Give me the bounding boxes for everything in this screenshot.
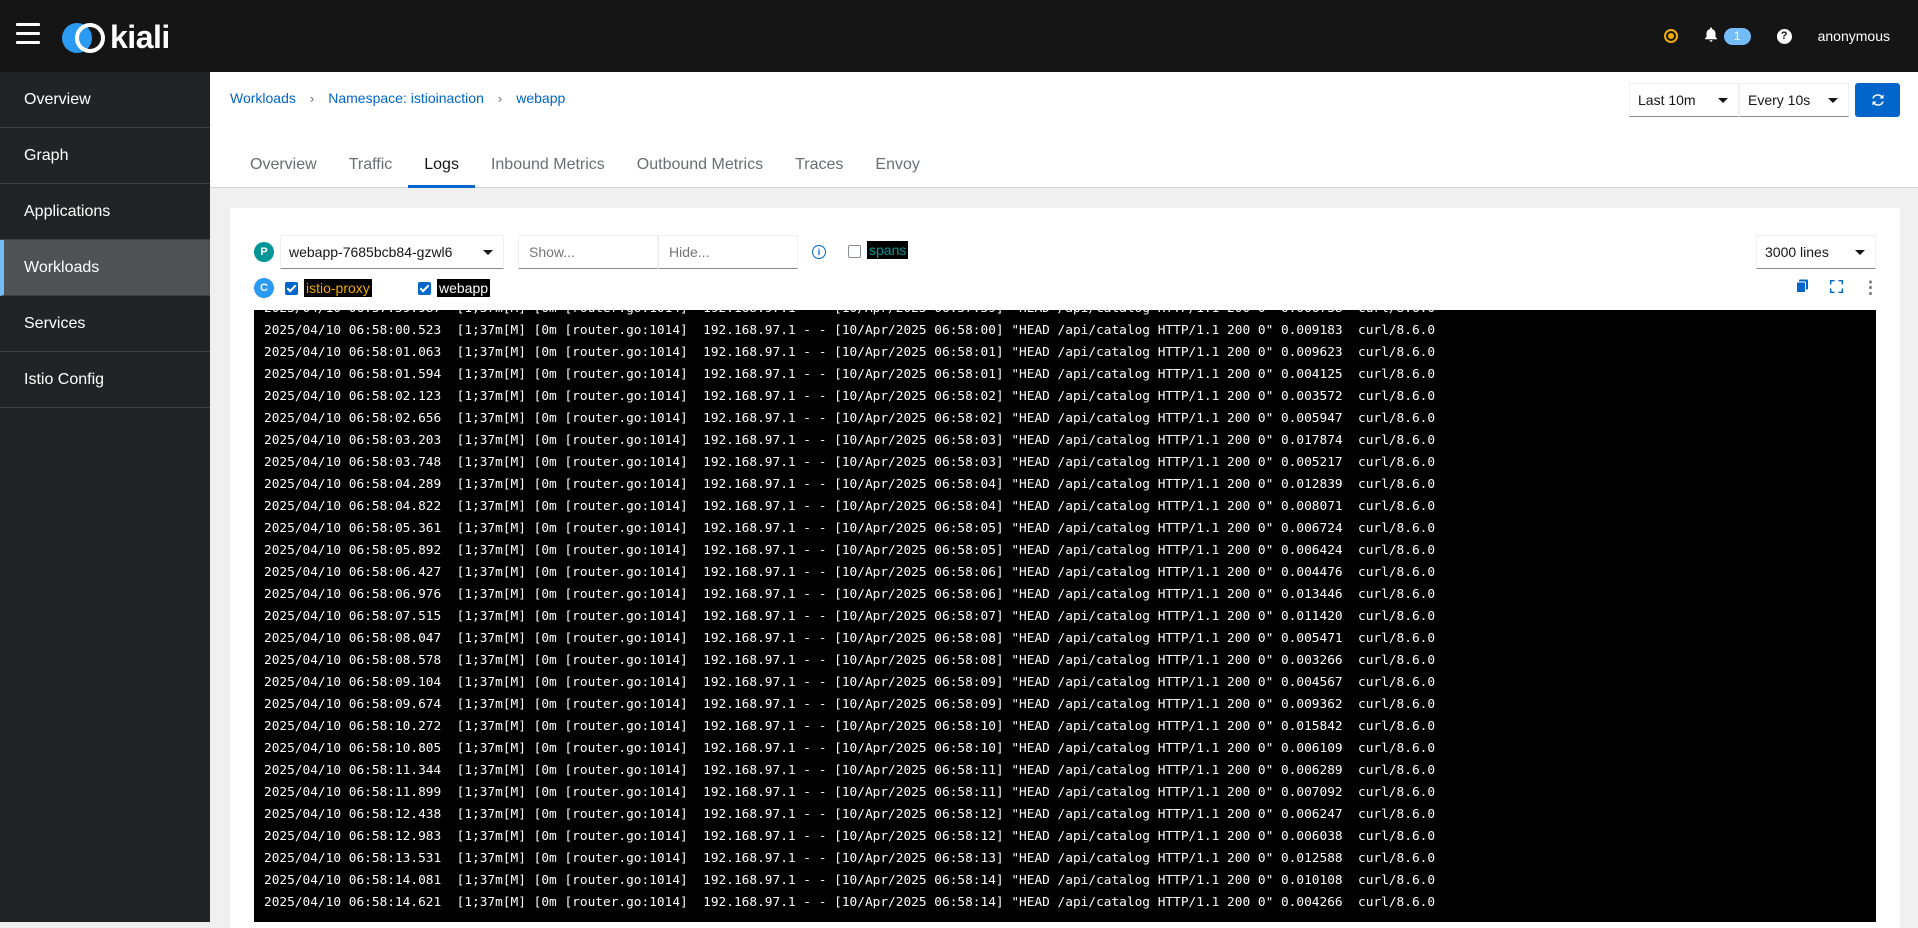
hide-filter-input[interactable] (658, 235, 798, 269)
breadcrumb-separator-icon: › (309, 90, 315, 106)
log-line: 2025/04/10 06:58:04.289 [1;37m[M] [0m [r… (264, 477, 1436, 492)
kiali-logo[interactable]: kiali (62, 19, 170, 56)
log-line: 2025/04/10 06:58:11.899 [1;37m[M] [0m [r… (264, 785, 1436, 800)
log-line: 2025/04/10 06:58:03.748 [1;37m[M] [0m [r… (264, 455, 1436, 470)
sidebar-item-istio-config[interactable]: Istio Config (0, 352, 210, 408)
pod-badge: P (254, 242, 274, 262)
log-line: 2025/04/10 06:58:00.523 [1;37m[M] [0m [r… (264, 323, 1436, 338)
webapp-label: webapp (437, 279, 491, 297)
bell-icon (1704, 27, 1718, 46)
notifications-button[interactable]: 1 (1704, 27, 1751, 46)
log-line: 2025/04/10 06:58:04.822 [1;37m[M] [0m [r… (264, 499, 1436, 514)
sidebar-item-graph[interactable]: Graph (0, 128, 210, 184)
log-line: 2025/04/10 06:58:05.361 [1;37m[M] [0m [r… (264, 521, 1436, 536)
tab-envoy[interactable]: Envoy (859, 144, 935, 188)
detail-tabs: Overview Traffic Logs Inbound Metrics Ou… (234, 144, 936, 188)
notification-count-badge: 1 (1723, 27, 1751, 45)
masthead: kiali 1 ? anonymous (0, 0, 1918, 72)
log-viewer[interactable]: 2025/04/10 06:57:59.987 [1;37m[M] [0m [r… (254, 310, 1876, 922)
tab-overview[interactable]: Overview (234, 144, 333, 188)
kiali-logo-mark (62, 21, 108, 55)
sidebar-item-services[interactable]: Services (0, 296, 210, 352)
log-line: 2025/04/10 06:58:14.081 [1;37m[M] [0m [r… (264, 873, 1436, 888)
breadcrumb-workloads[interactable]: Workloads (230, 90, 296, 106)
log-line: 2025/04/10 06:58:02.656 [1;37m[M] [0m [r… (264, 411, 1436, 426)
webapp-checkbox[interactable] (418, 282, 431, 295)
istio-proxy-label: istio-proxy (304, 279, 372, 297)
max-lines-select[interactable]: 3000 lines (1756, 235, 1876, 269)
spans-label: spans (867, 241, 909, 259)
log-line: 2025/04/10 06:58:01.063 [1;37m[M] [0m [r… (264, 345, 1436, 360)
log-line: 2025/04/10 06:58:06.976 [1;37m[M] [0m [r… (264, 587, 1436, 602)
log-line: 2025/04/10 06:58:08.047 [1;37m[M] [0m [r… (264, 631, 1436, 646)
log-line: 2025/04/10 06:57:59.987 [1;37m[M] [0m [r… (264, 310, 1866, 320)
log-line: 2025/04/10 06:58:07.515 [1;37m[M] [0m [r… (264, 609, 1436, 624)
time-controls: Last 10m Every 10s (1629, 83, 1900, 117)
kebab-menu-icon[interactable]: ⋮ (1862, 278, 1879, 298)
sidebar-item-workloads[interactable]: Workloads (0, 240, 210, 296)
caret-down-icon (1718, 97, 1728, 103)
log-line: 2025/04/10 06:58:12.983 [1;37m[M] [0m [r… (264, 829, 1436, 844)
breadcrumb-webapp[interactable]: webapp (516, 90, 565, 106)
log-line: 2025/04/10 06:58:14.621 [1;37m[M] [0m [r… (264, 895, 1436, 910)
log-line: 2025/04/10 06:58:11.344 [1;37m[M] [0m [r… (264, 763, 1436, 778)
log-tools: ⋮ (1794, 278, 1879, 298)
log-line: 2025/04/10 06:58:10.805 [1;37m[M] [0m [r… (264, 741, 1436, 756)
refresh-button[interactable] (1855, 83, 1900, 117)
log-line: 2025/04/10 06:58:05.892 [1;37m[M] [0m [r… (264, 543, 1436, 558)
breadcrumb: Workloads › Namespace: istioinaction › w… (230, 90, 565, 106)
page-header: Workloads › Namespace: istioinaction › w… (210, 72, 1918, 188)
tab-inbound-metrics[interactable]: Inbound Metrics (475, 144, 621, 188)
logs-card: P webapp-7685bcb84-gzwl6 i spans 3000 li… (230, 208, 1900, 928)
pod-select-value: webapp-7685bcb84-gzwl6 (289, 244, 453, 260)
log-line: 2025/04/10 06:58:03.203 [1;37m[M] [0m [r… (264, 433, 1436, 448)
copy-icon[interactable] (1794, 279, 1810, 297)
help-icon[interactable]: ? (1776, 28, 1792, 44)
tab-logs[interactable]: Logs (408, 144, 475, 188)
time-range-select[interactable]: Last 10m (1629, 83, 1739, 117)
caret-down-icon (1855, 249, 1865, 255)
refresh-interval-select[interactable]: Every 10s (1739, 83, 1849, 117)
logo-text: kiali (110, 19, 170, 55)
sidebar-item-overview[interactable]: Overview (0, 72, 210, 128)
log-line: 2025/04/10 06:58:12.438 [1;37m[M] [0m [r… (264, 807, 1436, 822)
tab-outbound-metrics[interactable]: Outbound Metrics (621, 144, 779, 188)
user-menu[interactable]: anonymous (1818, 28, 1890, 44)
log-line: 2025/04/10 06:58:09.104 [1;37m[M] [0m [r… (264, 675, 1436, 690)
max-lines-value: 3000 lines (1765, 244, 1829, 260)
log-line: 2025/04/10 06:58:06.427 [1;37m[M] [0m [r… (264, 565, 1436, 580)
time-range-value: Last 10m (1638, 92, 1696, 108)
breadcrumb-namespace[interactable]: Namespace: istioinaction (328, 90, 484, 106)
info-icon[interactable]: i (812, 245, 826, 259)
cluster-status-icon[interactable] (1663, 29, 1678, 43)
refresh-icon (1871, 94, 1884, 106)
tab-traces[interactable]: Traces (779, 144, 859, 188)
pod-select[interactable]: webapp-7685bcb84-gzwl6 (280, 235, 504, 269)
refresh-interval-value: Every 10s (1748, 92, 1811, 108)
main-content: Workloads › Namespace: istioinaction › w… (210, 72, 1918, 928)
breadcrumb-separator-icon: › (497, 90, 503, 106)
tab-traffic[interactable]: Traffic (333, 144, 409, 188)
sidebar-item-applications[interactable]: Applications (0, 184, 210, 240)
log-line: 2025/04/10 06:58:13.531 [1;37m[M] [0m [r… (264, 851, 1436, 866)
caret-down-icon (483, 249, 493, 255)
container-badge: C (254, 278, 274, 298)
show-filter-input[interactable] (518, 235, 658, 269)
log-line: 2025/04/10 06:58:02.123 [1;37m[M] [0m [r… (264, 389, 1436, 404)
log-line: 2025/04/10 06:58:01.594 [1;37m[M] [0m [r… (264, 367, 1436, 382)
sidebar-nav: Overview Graph Applications Workloads Se… (0, 72, 210, 922)
hamburger-menu-icon[interactable] (16, 23, 40, 45)
log-line: 2025/04/10 06:58:10.272 [1;37m[M] [0m [r… (264, 719, 1436, 734)
log-line: 2025/04/10 06:58:09.674 [1;37m[M] [0m [r… (264, 697, 1436, 712)
log-line: 2025/04/10 06:58:08.578 [1;37m[M] [0m [r… (264, 653, 1436, 668)
istio-proxy-checkbox[interactable] (285, 282, 298, 295)
expand-icon[interactable] (1828, 279, 1844, 297)
spans-checkbox[interactable] (848, 245, 861, 258)
caret-down-icon (1828, 97, 1838, 103)
log-lines: 2025/04/10 06:57:59.987 [1;37m[M] [0m [r… (264, 310, 1866, 914)
